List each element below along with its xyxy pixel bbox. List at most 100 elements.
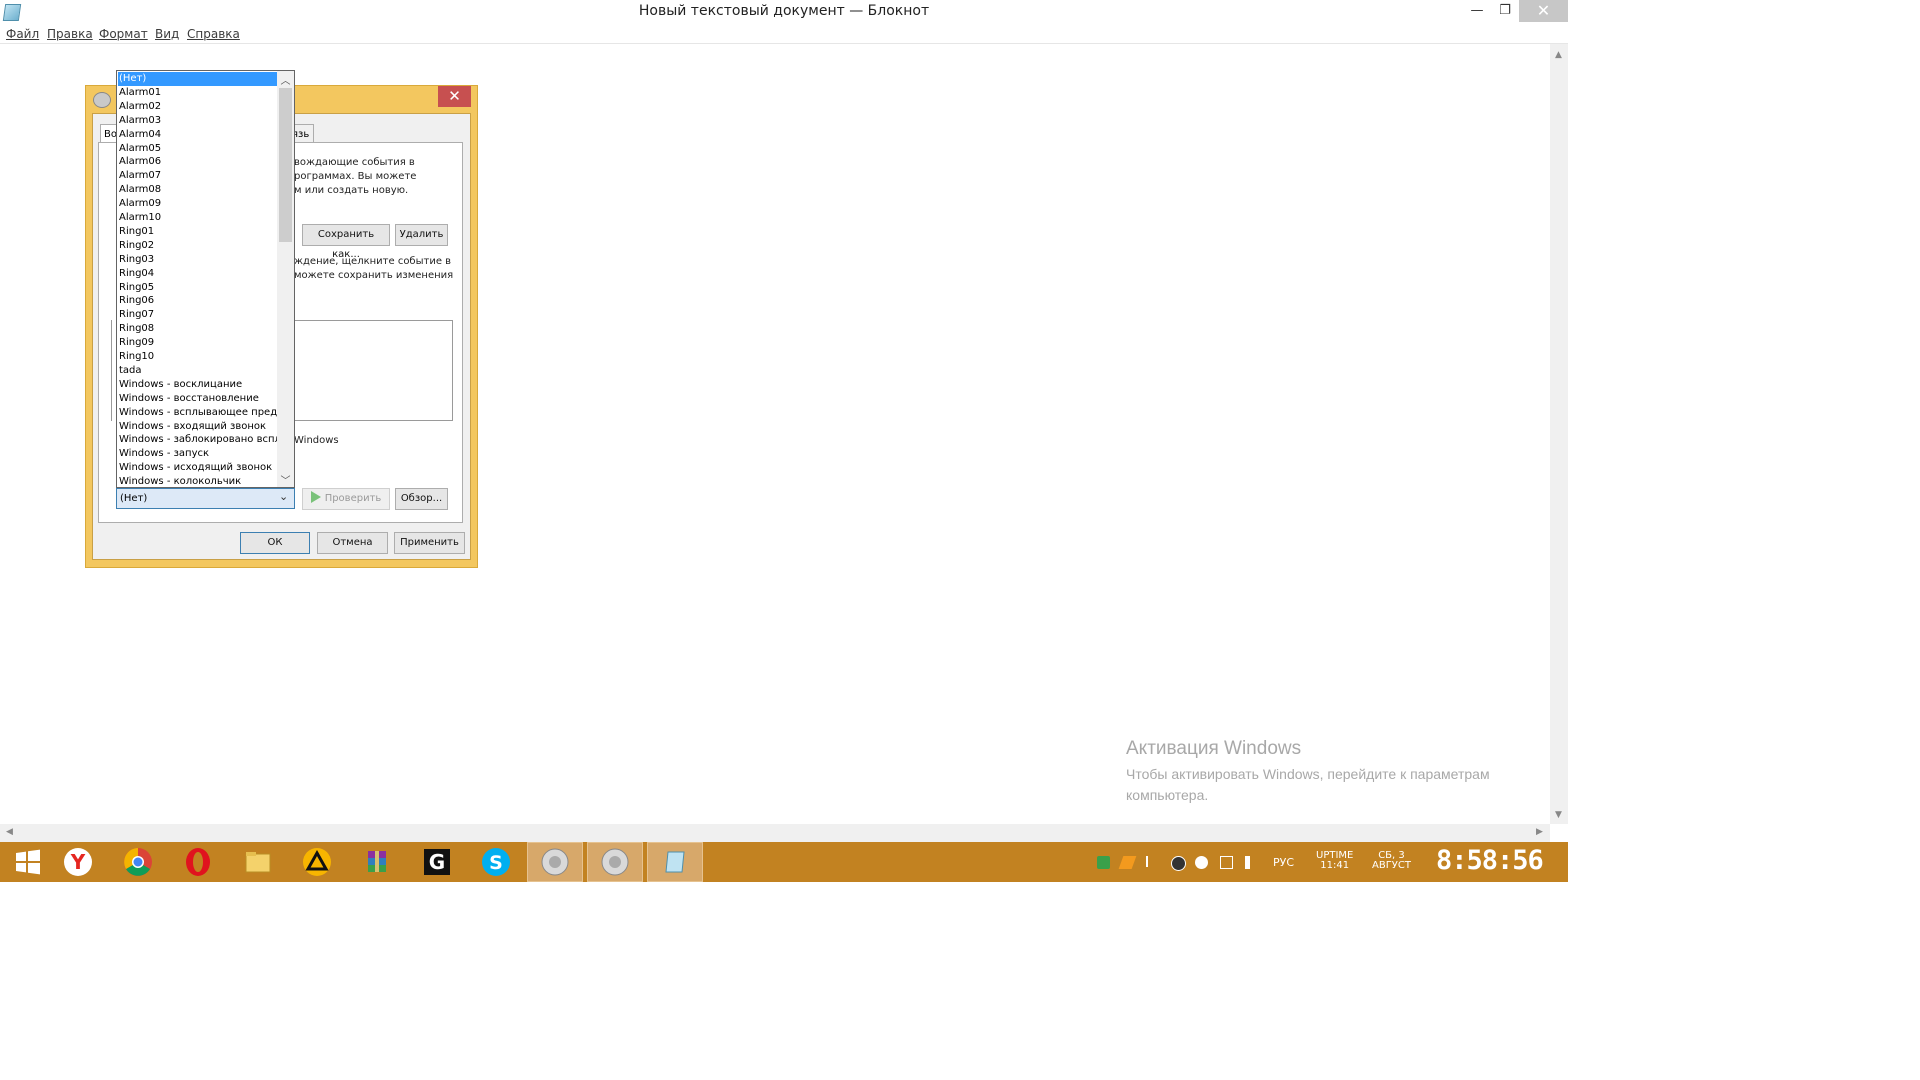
description-line-2: рограммах. Вы можете: [294, 171, 417, 182]
taskbar-notepad[interactable]: [647, 842, 703, 882]
dropdown-option[interactable]: Alarm03: [118, 114, 279, 128]
speaker-icon: [93, 92, 111, 108]
dropdown-option[interactable]: Windows - заблокировано всплы: [118, 433, 279, 447]
security-check-icon[interactable]: [1097, 856, 1110, 869]
dropdown-option[interactable]: (Нет): [118, 72, 279, 86]
hint-line-1: ждение, щелкните событие в: [294, 256, 452, 267]
dropdown-option[interactable]: Ring08: [118, 322, 279, 336]
dropdown-option[interactable]: Alarm04: [118, 128, 279, 142]
opera-icon: [186, 848, 210, 876]
taskbar-skype[interactable]: S: [468, 842, 524, 882]
activation-text-line2: компьютера.: [1126, 787, 1209, 803]
maximize-button[interactable]: ❐: [1490, 0, 1520, 22]
uptime-value: 11:41: [1320, 860, 1350, 871]
menu-view[interactable]: Вид: [155, 27, 179, 41]
sounds-combobox[interactable]: (Нет): [116, 488, 295, 509]
dropdown-option[interactable]: Alarm07: [118, 169, 279, 183]
chevron-down-icon[interactable]: ﹀: [277, 472, 294, 487]
taskbar-yandex-browser[interactable]: Y: [50, 842, 106, 882]
dropdown-option[interactable]: Alarm05: [118, 142, 279, 156]
taskbar-gens[interactable]: G: [409, 842, 465, 882]
aimp-icon: [303, 848, 331, 876]
volume-icon[interactable]: [1245, 856, 1254, 869]
notepad-icon: [665, 851, 685, 873]
dropdown-option[interactable]: Windows - запуск: [118, 447, 279, 461]
scroll-up-icon[interactable]: ▲: [1555, 50, 1562, 60]
sounds-dropdown-list[interactable]: (Нет) Alarm01 Alarm02 Alarm03 Alarm04 Alarm05…: [116, 70, 295, 488]
save-as-button[interactable]: Сохранить как...: [302, 224, 390, 260]
menu-help[interactable]: Справка: [187, 27, 240, 41]
vertical-scrollbar[interactable]: ▲ ▼: [1550, 44, 1568, 824]
winrar-icon: [368, 851, 386, 872]
dropdown-option[interactable]: Ring09: [118, 336, 279, 350]
start-button[interactable]: [0, 842, 56, 882]
horizontal-scrollbar[interactable]: ◀ ▶: [0, 824, 1550, 842]
clock[interactable]: 8:58:56: [1436, 845, 1544, 876]
test-button[interactable]: Проверить: [302, 488, 390, 510]
description-line-1: вождающие события в: [294, 157, 415, 168]
dropdown-option[interactable]: Windows - исходящий звонок: [118, 461, 279, 475]
dropdown-option[interactable]: Alarm09: [118, 197, 279, 211]
menu-format[interactable]: Формат: [99, 27, 148, 41]
skype-icon: S: [482, 848, 510, 876]
taskbar-file-explorer[interactable]: [230, 842, 286, 882]
description-line-3: м или создать новую.: [294, 185, 409, 196]
window-title: Новый текстовый документ — Блокнот: [638, 3, 930, 19]
dropdown-option[interactable]: Windows - восстановление: [118, 392, 279, 406]
dropdown-option[interactable]: Ring04: [118, 267, 279, 281]
chevron-up-icon[interactable]: ︿: [277, 72, 294, 87]
yandex-tray-icon[interactable]: [1195, 856, 1208, 869]
activation-title: Активация Windows: [1126, 738, 1302, 759]
activation-text-line1: Чтобы активировать Windows, перейдите к …: [1126, 766, 1490, 782]
apply-button[interactable]: Применить: [394, 532, 465, 554]
program-events-list[interactable]: [287, 320, 453, 421]
taskbar-opera[interactable]: [170, 842, 226, 882]
ok-button[interactable]: ОК: [240, 532, 310, 554]
taskbar-sound-active[interactable]: [587, 842, 643, 882]
cancel-button[interactable]: Отмена: [317, 532, 388, 554]
date-widget[interactable]: СБ, 3 АВГУСТ: [1372, 851, 1411, 871]
svg-text:Y: Y: [70, 850, 86, 874]
dropdown-option[interactable]: Ring03: [118, 253, 279, 267]
scroll-right-icon[interactable]: ▶: [1536, 827, 1543, 837]
hint-line-2: можете сохранить изменения: [294, 270, 454, 281]
dropdown-option[interactable]: Windows - входящий звонок: [118, 420, 279, 434]
dropdown-option[interactable]: Windows - восклицание: [118, 378, 279, 392]
delete-button[interactable]: Удалить: [395, 224, 448, 246]
taskbar-sound[interactable]: [527, 842, 583, 882]
browse-button[interactable]: Обзор...: [395, 488, 448, 510]
gens-icon: G: [424, 849, 450, 875]
dropdown-option[interactable]: Windows - колокольчик: [118, 475, 279, 487]
network-icon[interactable]: [1220, 856, 1233, 869]
dropdown-option[interactable]: Alarm06: [118, 155, 279, 169]
menu-edit[interactable]: Правка: [47, 27, 93, 41]
dropdown-option[interactable]: Alarm02: [118, 100, 279, 114]
close-button[interactable]: ✕: [1519, 0, 1568, 22]
tray-circle-icon[interactable]: [1171, 856, 1186, 871]
dropdown-option[interactable]: Alarm08: [118, 183, 279, 197]
dropdown-option[interactable]: Alarm01: [118, 86, 279, 100]
test-button-label: Проверить: [324, 493, 382, 504]
uptime-widget: UPTIME 11:41: [1316, 851, 1353, 871]
dropdown-option[interactable]: Ring05: [118, 281, 279, 295]
scroll-down-icon[interactable]: ▼: [1555, 810, 1562, 820]
scroll-left-icon[interactable]: ◀: [6, 827, 13, 837]
minimize-button[interactable]: —: [1462, 0, 1492, 22]
taskbar-winrar[interactable]: [349, 842, 405, 882]
menu-file[interactable]: Файл: [6, 27, 39, 41]
dropdown-option[interactable]: Ring07: [118, 308, 279, 322]
combobox-chevron-down-icon[interactable]: ⌄: [279, 490, 288, 503]
dialog-close-button[interactable]: ✕: [438, 86, 471, 107]
dropdown-option[interactable]: Ring01: [118, 225, 279, 239]
language-indicator[interactable]: РУС: [1273, 856, 1294, 869]
dropdown-option[interactable]: Ring10: [118, 350, 279, 364]
dropdown-option[interactable]: Ring06: [118, 294, 279, 308]
dropdown-option[interactable]: tada: [118, 364, 279, 378]
taskbar-aimp[interactable]: [289, 842, 345, 882]
dropdown-scroll-thumb[interactable]: [279, 88, 292, 242]
dropdown-option[interactable]: Alarm10: [118, 211, 279, 225]
dropdown-option[interactable]: Windows - всплывающее преду: [118, 406, 279, 420]
dropdown-option[interactable]: Ring02: [118, 239, 279, 253]
taskbar-chrome[interactable]: [110, 842, 166, 882]
flag-icon[interactable]: [1146, 856, 1157, 867]
